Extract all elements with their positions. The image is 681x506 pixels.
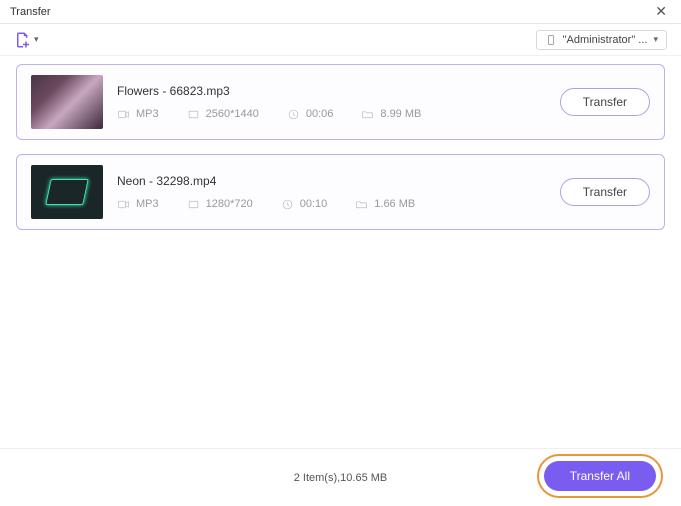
device-label: "Administrator" ... [563,34,648,46]
duration-label: 00:10 [300,198,328,210]
size-label: 8.99 MB [380,108,421,120]
transfer-all-highlight: Transfer All [537,454,663,498]
file-card: Flowers - 66823.mp3 MP3 2560*1440 00:06 … [16,64,665,140]
footer: 2 Item(s),10.65 MB Transfer All [0,448,681,506]
transfer-all-button[interactable]: Transfer All [544,461,656,491]
file-name: Flowers - 66823.mp3 [117,84,546,98]
device-selector[interactable]: "Administrator" ... ▾ [536,30,667,50]
thumbnail [31,165,103,219]
file-meta: MP3 2560*1440 00:06 8.99 MB [117,108,546,121]
folder-icon [361,108,374,121]
transfer-button[interactable]: Transfer [560,178,650,206]
add-file-icon [14,31,32,49]
format-label: MP3 [136,108,159,120]
toolbar: ▾ "Administrator" ... ▾ [0,24,681,56]
chevron-down-icon: ▾ [34,34,39,45]
file-card: Neon - 32298.mp4 MP3 1280*720 00:10 1.66… [16,154,665,230]
file-name: Neon - 32298.mp4 [117,174,546,188]
file-meta: MP3 1280*720 00:10 1.66 MB [117,198,546,211]
video-icon [117,198,130,211]
resolution-icon [187,108,200,121]
phone-icon [545,34,557,46]
titlebar: Transfer ✕ [0,0,681,24]
file-info: Flowers - 66823.mp3 MP3 2560*1440 00:06 … [117,84,546,121]
duration-label: 00:06 [306,108,334,120]
clock-icon [287,108,300,121]
summary-label: 2 Item(s),10.65 MB [294,472,388,484]
video-icon [117,108,130,121]
resolution-label: 1280*720 [206,198,253,210]
transfer-button[interactable]: Transfer [560,88,650,116]
window-title: Transfer [10,6,51,18]
folder-icon [355,198,368,211]
format-label: MP3 [136,198,159,210]
thumbnail [31,75,103,129]
resolution-icon [187,198,200,211]
file-info: Neon - 32298.mp4 MP3 1280*720 00:10 1.66… [117,174,546,211]
chevron-down-icon: ▾ [653,34,658,45]
file-list: Flowers - 66823.mp3 MP3 2560*1440 00:06 … [0,56,681,252]
resolution-label: 2560*1440 [206,108,259,120]
close-icon[interactable]: ✕ [651,3,671,20]
add-file-button[interactable]: ▾ [14,31,39,49]
clock-icon [281,198,294,211]
size-label: 1.66 MB [374,198,415,210]
